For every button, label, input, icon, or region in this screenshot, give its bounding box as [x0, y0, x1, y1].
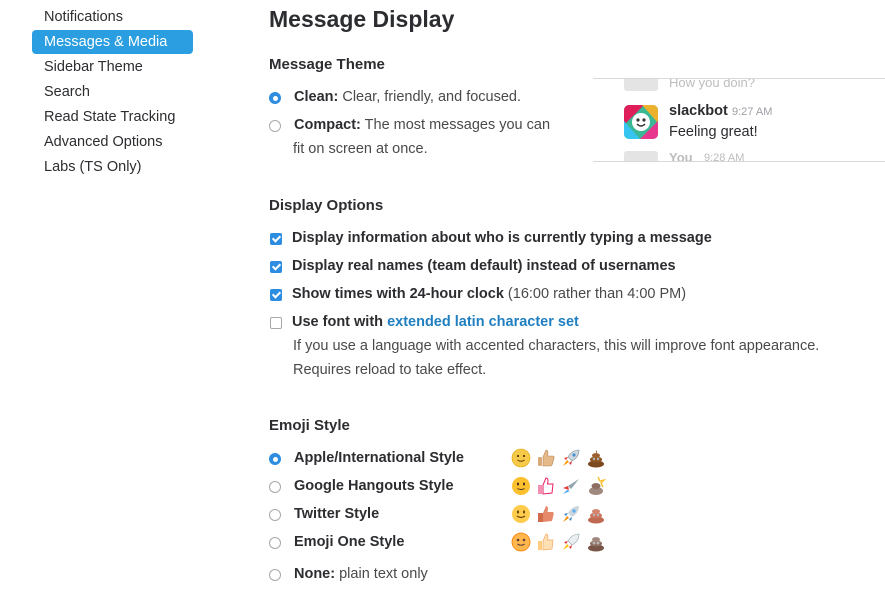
sidebar-item-sidebar-theme[interactable]: Sidebar Theme — [32, 55, 193, 79]
emoji-twitter-label[interactable]: Twitter Style — [294, 502, 379, 526]
emoji-emojione-label[interactable]: Emoji One Style — [294, 530, 404, 554]
rocket-icon — [560, 447, 582, 469]
clock-option[interactable]: Show times with 24-hour clock (16:00 rat… — [292, 282, 686, 306]
latin-font-option[interactable]: Use font with extended latin character s… — [292, 310, 579, 334]
ghost-name-bottom: You — [669, 150, 693, 162]
real-names-checkbox[interactable] — [270, 261, 282, 273]
poop-icon — [585, 531, 607, 553]
clock-option-hint: (16:00 rather than 4:00 PM) — [503, 286, 687, 302]
poop-icon — [585, 447, 607, 469]
emoji-apple-radio[interactable] — [269, 453, 281, 465]
emoji-google-label[interactable]: Google Hangouts Style — [294, 474, 454, 498]
ghost-avatar-bottom — [624, 151, 658, 161]
latin-font-help-line2: Requires reload to take effect. — [293, 362, 487, 378]
slightly-smiling-face-icon — [510, 475, 532, 497]
rocket-icon — [560, 503, 582, 525]
theme-clean-desc: Clear, friendly, and focused. — [338, 89, 522, 105]
emoji-google-preview — [510, 475, 607, 497]
emoji-emojione-preview — [510, 531, 607, 553]
emoji-twitter-radio[interactable] — [269, 509, 281, 521]
sidebar-item-messages-media[interactable]: Messages & Media — [32, 30, 193, 54]
slackbot-timestamp: 9:27 AM — [732, 106, 773, 118]
poop-icon — [585, 503, 607, 525]
settings-main: Message Display Message Theme Clean: Cle… — [269, 0, 885, 595]
emoji-emojione-radio[interactable] — [269, 537, 281, 549]
message-preview: How you doin? slackbot 9:27 AM Feeling g… — [593, 78, 885, 162]
sidebar-item-read-state-tracking[interactable]: Read State Tracking — [32, 105, 193, 129]
thumbs-up-icon — [535, 475, 557, 497]
slackbot-avatar — [624, 105, 658, 139]
theme-compact-desc-cont: fit on screen at once. — [293, 141, 428, 157]
slightly-smiling-face-icon — [510, 531, 532, 553]
typing-option-label[interactable]: Display information about who is current… — [292, 226, 712, 250]
emoji-google-radio[interactable] — [269, 481, 281, 493]
clock-option-label: Show times with 24-hour clock — [292, 286, 504, 302]
emoji-twitter-preview — [510, 503, 607, 525]
rocket-icon — [560, 531, 582, 553]
typing-checkbox[interactable] — [270, 233, 282, 245]
emoji-apple-label[interactable]: Apple/International Style — [294, 446, 464, 470]
latin-font-label: Use font with — [292, 314, 388, 330]
emoji-none-desc: plain text only — [335, 566, 428, 582]
theme-compact-label: Compact: — [294, 117, 361, 133]
sidebar-item-notifications[interactable]: Notifications — [32, 5, 193, 29]
theme-compact-option[interactable]: Compact: The most messages you can — [294, 113, 550, 137]
message-theme-heading: Message Theme — [269, 56, 385, 73]
ghost-time-bottom: 9:28 AM — [704, 152, 745, 162]
ghost-message: How you doin? — [669, 78, 755, 90]
theme-clean-label: Clean: — [294, 89, 339, 105]
theme-clean-option[interactable]: Clean: Clear, friendly, and focused. — [294, 85, 521, 109]
emoji-none-label: None: — [294, 566, 336, 582]
latin-font-checkbox[interactable] — [270, 317, 282, 329]
thumbs-up-icon — [535, 447, 557, 469]
display-options-heading: Display Options — [269, 197, 384, 214]
emoji-none-option[interactable]: None: plain text only — [294, 562, 428, 586]
emoji-style-heading: Emoji Style — [269, 417, 350, 434]
latin-charset-link[interactable]: extended latin character set — [387, 314, 579, 330]
theme-clean-radio[interactable] — [269, 92, 281, 104]
thumbs-up-icon — [535, 503, 557, 525]
slackbot-message: Feeling great! — [669, 124, 758, 140]
slightly-smiling-face-icon — [510, 503, 532, 525]
real-names-option-label[interactable]: Display real names (team default) instea… — [292, 254, 676, 278]
rocket-icon — [560, 475, 582, 497]
theme-compact-radio[interactable] — [269, 120, 281, 132]
poop-icon — [585, 475, 607, 497]
ghost-avatar — [624, 79, 658, 91]
sidebar-item-advanced-options[interactable]: Advanced Options — [32, 130, 193, 154]
slightly-smiling-face-icon — [510, 447, 532, 469]
emoji-apple-preview — [510, 447, 607, 469]
sidebar-item-search[interactable]: Search — [32, 80, 193, 104]
theme-compact-desc: The most messages you can — [360, 117, 551, 133]
latin-font-help-line1: If you use a language with accented char… — [293, 338, 820, 354]
clock-checkbox[interactable] — [270, 289, 282, 301]
emoji-none-radio[interactable] — [269, 569, 281, 581]
slackbot-name: slackbot — [669, 103, 728, 119]
page-title: Message Display — [269, 6, 455, 32]
sidebar-item-labs[interactable]: Labs (TS Only) — [32, 155, 193, 179]
thumbs-up-icon — [535, 531, 557, 553]
